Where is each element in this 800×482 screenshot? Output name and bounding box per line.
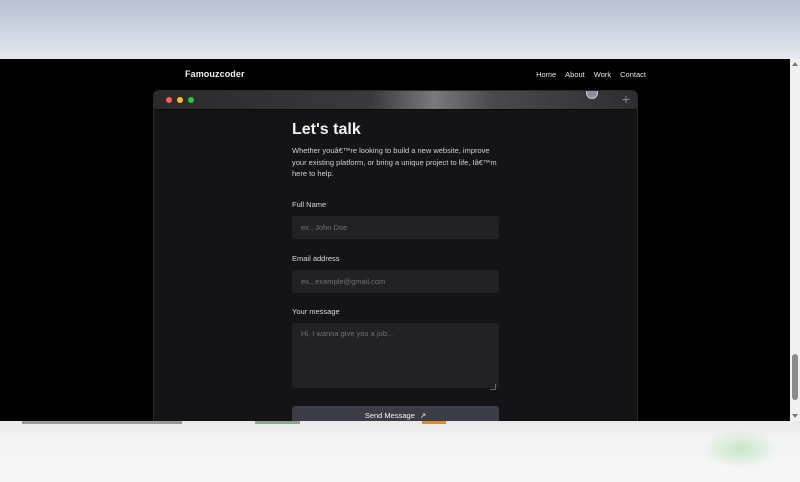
scrollbar[interactable] bbox=[790, 59, 800, 421]
send-message-label: Send Message bbox=[364, 411, 415, 420]
nav-contact[interactable]: Contact bbox=[620, 70, 646, 79]
scroll-up-icon[interactable] bbox=[792, 62, 798, 66]
nav-work[interactable]: Work bbox=[594, 70, 611, 79]
taskbar-strip bbox=[255, 421, 300, 424]
full-name-input[interactable] bbox=[292, 215, 499, 239]
page-title: Let's talk bbox=[292, 121, 361, 138]
blurred-top-area bbox=[0, 0, 800, 59]
contact-window: + Let's talk Whether youâ€™re looking to… bbox=[153, 90, 638, 421]
browser-viewport: Famouzcoder Home About Work Contact + Le… bbox=[0, 59, 800, 421]
minimize-dot-icon bbox=[177, 97, 183, 103]
nav-home[interactable]: Home bbox=[536, 70, 556, 79]
full-name-label: Full Name bbox=[292, 199, 327, 209]
brand-logo[interactable]: Famouzcoder bbox=[185, 69, 245, 79]
email-input[interactable] bbox=[292, 269, 499, 293]
message-label: Your message bbox=[292, 306, 340, 316]
message-wrapper bbox=[292, 322, 499, 393]
nav-about[interactable]: About bbox=[565, 70, 585, 79]
resize-handle[interactable] bbox=[490, 383, 496, 390]
avatar[interactable] bbox=[586, 91, 598, 99]
navbar: Famouzcoder Home About Work Contact bbox=[0, 59, 790, 89]
green-glow bbox=[700, 429, 780, 469]
plus-icon[interactable]: + bbox=[622, 91, 630, 107]
blurred-bottom-area bbox=[0, 421, 800, 482]
maximize-dot-icon bbox=[188, 97, 194, 103]
taskbar-strip bbox=[422, 421, 446, 424]
intro-text: Whether youâ€™re looking to build a new … bbox=[292, 146, 497, 178]
taskbar-strip bbox=[22, 421, 182, 424]
message-textarea[interactable] bbox=[292, 322, 499, 388]
contact-form: Let's talk Whether youâ€™re looking to b… bbox=[292, 121, 502, 421]
email-label: Email address bbox=[292, 253, 340, 263]
scroll-down-icon[interactable] bbox=[792, 414, 798, 418]
scroll-thumb[interactable] bbox=[792, 354, 798, 400]
send-message-button[interactable]: Send Message ↗ bbox=[292, 405, 499, 421]
close-dot-icon bbox=[166, 97, 172, 103]
arrow-up-right-icon: ↗ bbox=[419, 411, 427, 420]
window-titlebar: + bbox=[154, 91, 637, 110]
nav-links: Home About Work Contact bbox=[536, 70, 646, 79]
